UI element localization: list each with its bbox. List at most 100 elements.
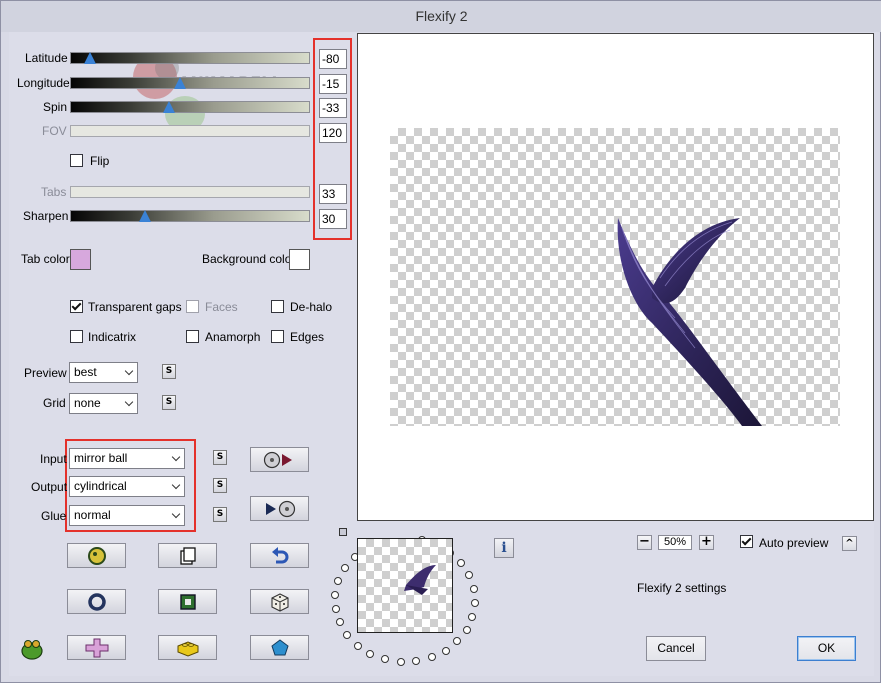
glue-sync-button[interactable]: S	[213, 507, 227, 522]
background-color-label: Background color	[202, 252, 296, 266]
ring-button[interactable]	[67, 589, 126, 614]
navigator-dot[interactable]	[331, 591, 339, 599]
preview-select[interactable]: best	[69, 362, 138, 383]
title-bar: Flexify 2	[1, 1, 881, 32]
dehalo-label: De-halo	[290, 300, 333, 314]
longitude-slider[interactable]	[70, 77, 310, 89]
auto-preview-checkbox[interactable]	[740, 535, 753, 548]
navigator-dot[interactable]	[366, 650, 374, 658]
undo-button[interactable]	[250, 543, 309, 568]
edges-checkbox[interactable]	[271, 330, 284, 343]
tab-color-label: Tab color	[21, 252, 70, 266]
navigator-dot[interactable]	[463, 626, 471, 634]
input-label: Input	[40, 452, 67, 466]
random-button[interactable]	[67, 543, 126, 568]
longitude-label: Longitude	[17, 76, 70, 90]
flip-checkbox[interactable]	[70, 154, 83, 167]
faces-label: Faces	[205, 300, 238, 314]
navigator-dot[interactable]	[442, 647, 450, 655]
navigator-thumbnail[interactable]	[357, 538, 453, 633]
grid-select[interactable]: none	[69, 393, 138, 414]
preview-select-value: best	[74, 365, 97, 379]
navigator-dot[interactable]	[336, 618, 344, 626]
brick-button[interactable]	[158, 635, 217, 660]
navigator-dot[interactable]	[471, 599, 479, 607]
navigator-dot[interactable]	[412, 657, 420, 665]
faces-checkbox	[186, 300, 199, 313]
tab-color-swatch[interactable]	[70, 249, 91, 270]
fov-label: FOV	[42, 124, 67, 138]
dice-button[interactable]	[250, 589, 309, 614]
checkmark-icon	[741, 535, 752, 546]
spin-slider[interactable]	[70, 101, 310, 113]
sharpen-slider[interactable]	[70, 210, 310, 222]
zoom-out-button[interactable]: −	[637, 535, 652, 550]
navigator-corner-handle[interactable]	[339, 528, 347, 536]
indicatrix-label: Indicatrix	[88, 330, 137, 344]
tabs-label: Tabs	[41, 185, 67, 199]
navigator-dot[interactable]	[428, 653, 436, 661]
ok-button[interactable]: OK	[797, 636, 856, 661]
input-select[interactable]: mirror ball	[69, 448, 185, 469]
glue-select[interactable]: normal	[69, 505, 185, 526]
navigator-dot[interactable]	[453, 637, 461, 645]
chevron-down-icon	[171, 509, 181, 519]
navigator-dot[interactable]	[468, 613, 476, 621]
sharpen-label: Sharpen	[23, 209, 69, 223]
navigator-dot[interactable]	[457, 559, 465, 567]
pentagon-button[interactable]	[250, 635, 309, 660]
navigator-dot[interactable]	[470, 585, 478, 593]
navigator-dot[interactable]	[354, 642, 362, 650]
chevron-down-icon	[171, 480, 181, 490]
grid-select-value: none	[74, 396, 101, 410]
spin-thumb[interactable]	[163, 101, 175, 113]
background-color-swatch[interactable]	[289, 249, 310, 270]
anamorph-checkbox[interactable]	[186, 330, 199, 343]
glue-select-value: normal	[74, 508, 111, 522]
longitude-thumb[interactable]	[174, 77, 186, 89]
input-sync-button[interactable]: S	[213, 450, 227, 465]
plus-cross-icon	[85, 638, 108, 657]
navigator-dot[interactable]	[332, 605, 340, 613]
output-select[interactable]: cylindrical	[69, 476, 185, 497]
preview-sync-button[interactable]: S	[162, 364, 176, 379]
collapse-button[interactable]: ^	[842, 536, 857, 551]
latitude-slider[interactable]	[70, 52, 310, 64]
random-frog-icon	[87, 546, 106, 565]
zoom-level[interactable]: 50%	[658, 535, 692, 550]
glue-label: Glue	[41, 509, 67, 523]
fov-slider	[70, 125, 310, 137]
cancel-button[interactable]: Cancel	[646, 636, 706, 661]
navigator-dot[interactable]	[397, 658, 405, 666]
indicatrix-checkbox[interactable]	[70, 330, 83, 343]
output-sync-button[interactable]: S	[213, 478, 227, 493]
dehalo-checkbox[interactable]	[271, 300, 284, 313]
output-export-button[interactable]	[250, 496, 309, 521]
square-frame-button[interactable]	[158, 589, 217, 614]
chevron-down-icon	[124, 397, 134, 407]
navigator-dot[interactable]	[343, 631, 351, 639]
info-button[interactable]: i	[494, 538, 514, 558]
values-highlight	[313, 38, 352, 240]
input-export-button[interactable]	[250, 447, 309, 472]
input-select-value: mirror ball	[74, 451, 128, 465]
transparent-gaps-checkbox[interactable]	[70, 300, 83, 313]
grid-sync-button[interactable]: S	[162, 395, 176, 410]
edges-label: Edges	[290, 330, 325, 344]
flexify-dialog: Flexify 2 ANIMABELLE Latitude -80 Longit…	[0, 0, 881, 683]
frog-logo	[19, 636, 45, 665]
navigator-dot[interactable]	[334, 577, 342, 585]
zoom-in-button[interactable]: +	[699, 535, 714, 550]
navigator-dot[interactable]	[465, 571, 473, 579]
navigator-dot[interactable]	[341, 564, 349, 572]
ring-icon	[87, 592, 106, 611]
preview-canvas	[390, 128, 840, 426]
navigator-dot[interactable]	[381, 655, 389, 663]
auto-preview-label: Auto preview	[759, 536, 829, 550]
preview-pane[interactable]	[357, 33, 874, 521]
copy-pages-icon	[179, 546, 196, 565]
copy-button[interactable]	[158, 543, 217, 568]
sharpen-thumb[interactable]	[139, 210, 151, 222]
latitude-thumb[interactable]	[84, 52, 96, 64]
cross-button[interactable]	[67, 635, 126, 660]
